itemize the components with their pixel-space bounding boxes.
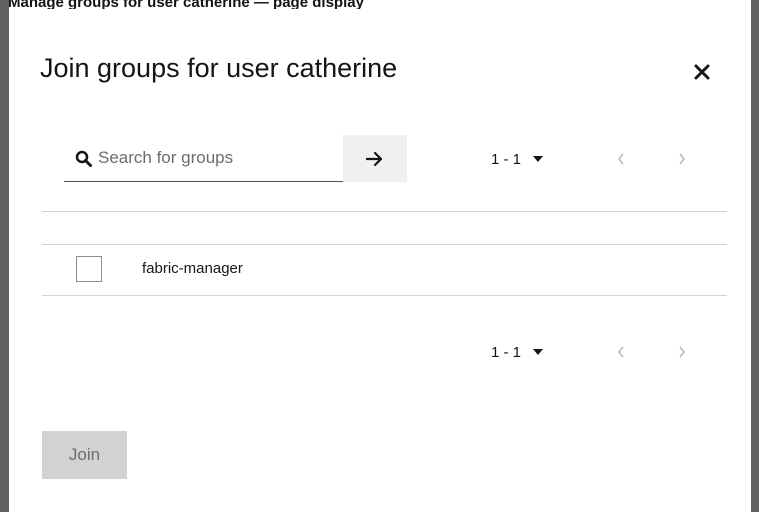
chevron-right-icon <box>679 346 686 358</box>
chevron-left-icon <box>617 346 624 358</box>
pagination-top: 1 - 1 <box>491 147 544 171</box>
pagination-bottom-range: 1 - 1 <box>491 343 522 361</box>
table-divider-bottom <box>42 295 727 296</box>
search-submit-button[interactable] <box>343 135 407 182</box>
overlay-edge-right <box>751 0 759 512</box>
chevron-left-icon <box>617 153 624 165</box>
modal-title: Join groups for user catherine <box>40 53 398 83</box>
overlay-edge-left <box>0 0 9 512</box>
caret-down-icon <box>533 156 544 162</box>
pagination-bottom: 1 - 1 <box>491 340 544 364</box>
pagination-top-range: 1 - 1 <box>491 150 522 168</box>
join-groups-modal: Join groups for user catherine 1 - 1 <box>9 9 751 512</box>
chevron-right-icon <box>679 153 686 165</box>
close-button[interactable] <box>690 60 714 84</box>
pagination-bottom-next-button[interactable] <box>672 342 692 362</box>
close-icon <box>694 64 710 80</box>
pagination-bottom-prev-button[interactable] <box>611 342 631 362</box>
pagination-bottom-toggle[interactable]: 1 - 1 <box>491 343 544 361</box>
pagination-top-prev-button[interactable] <box>611 149 631 169</box>
caret-down-icon <box>533 349 544 355</box>
arrow-right-icon <box>366 151 383 166</box>
search-field <box>64 135 343 182</box>
table-header-divider <box>42 244 727 245</box>
search-icon <box>75 150 92 167</box>
table-row: fabric-manager <box>42 246 727 296</box>
table-divider-top <box>42 211 727 212</box>
group-checkbox-fabric-manager[interactable] <box>76 256 102 282</box>
search-input[interactable] <box>98 148 338 168</box>
pagination-top-toggle[interactable]: 1 - 1 <box>491 150 544 168</box>
join-button[interactable]: Join <box>42 431 127 479</box>
pagination-top-next-button[interactable] <box>672 149 692 169</box>
group-name: fabric-manager <box>142 260 243 277</box>
